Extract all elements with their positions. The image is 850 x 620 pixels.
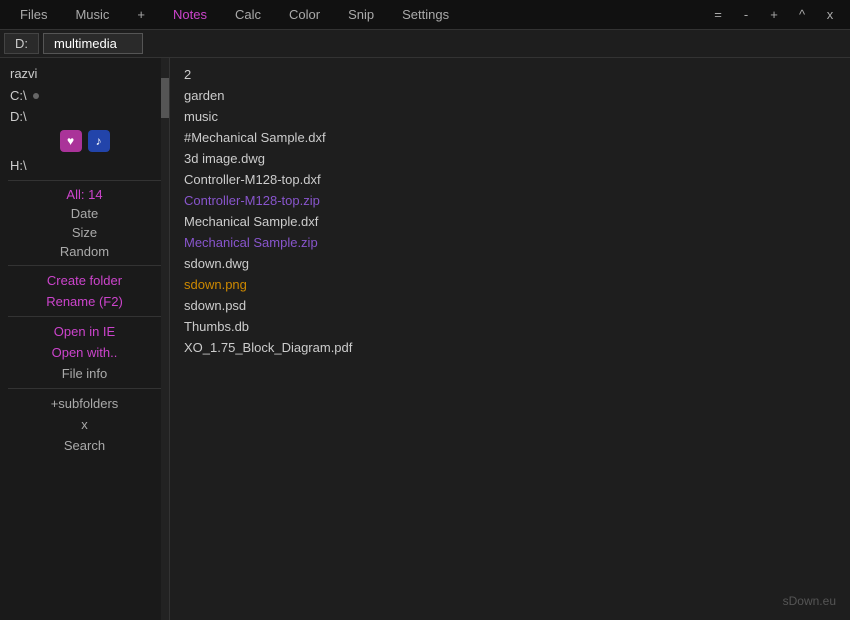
win-close-button[interactable]: x [816,0,844,30]
subfolders-button[interactable]: +subfolders [0,393,169,414]
sidebar-divider-4 [8,388,161,389]
list-item[interactable]: 2 [170,64,850,85]
win-restore-button[interactable]: ^ [788,0,816,30]
tab-files[interactable]: Files [6,0,61,30]
list-item[interactable]: sdown.png [170,274,850,295]
sidebar-divider-3 [8,316,161,317]
sidebar-divider-1 [8,180,161,181]
list-item[interactable]: Thumbs.db [170,316,850,337]
main-area: razvi C:\ D:\ ♥ ♪ H:\ All: 14 Date Size … [0,58,850,620]
sort-random[interactable]: Random [0,242,169,261]
clear-button[interactable]: x [0,414,169,435]
win-eq-button[interactable]: = [704,0,732,30]
list-item[interactable]: Controller-M128-top.dxf [170,169,850,190]
tab-calc[interactable]: Calc [221,0,275,30]
file-info-button[interactable]: File info [0,363,169,384]
list-item[interactable]: sdown.dwg [170,253,850,274]
media-heart-button[interactable]: ♥ [60,130,82,152]
sidebar-user: razvi [0,62,169,85]
path-display[interactable]: multimedia [43,33,143,54]
drive-d[interactable]: D:\ [0,106,169,127]
tab-color[interactable]: Color [275,0,334,30]
tab-notes[interactable]: Notes [159,0,221,30]
list-item[interactable]: garden [170,85,850,106]
list-item[interactable]: #Mechanical Sample.dxf [170,127,850,148]
tab-settings[interactable]: Settings [388,0,463,30]
list-item[interactable]: Mechanical Sample.dxf [170,211,850,232]
tab-music[interactable]: Music [61,0,123,30]
sidebar-scrollbar[interactable] [161,58,169,620]
list-item[interactable]: Controller-M128-top.zip [170,190,850,211]
list-item[interactable]: sdown.psd [170,295,850,316]
create-folder-button[interactable]: Create folder [0,270,169,291]
list-item[interactable]: XO_1.75_Block_Diagram.pdf [170,337,850,358]
open-with-button[interactable]: Open with.. [0,342,169,363]
title-bar: Files Music + Notes Calc Color Snip Sett… [0,0,850,30]
sort-date[interactable]: Date [0,204,169,223]
tab-plus[interactable]: + [123,0,159,30]
sort-size[interactable]: Size [0,223,169,242]
watermark: sDown.eu [783,594,836,608]
sidebar-divider-2 [8,265,161,266]
rename-button[interactable]: Rename (F2) [0,291,169,312]
file-count: All: 14 [0,185,169,204]
open-ie-button[interactable]: Open in IE [0,321,169,342]
win-min-button[interactable]: - [732,0,760,30]
list-item[interactable]: music [170,106,850,127]
tab-snip[interactable]: Snip [334,0,388,30]
search-button[interactable]: Search [0,435,169,456]
list-item[interactable]: Mechanical Sample.zip [170,232,850,253]
media-music-button[interactable]: ♪ [88,130,110,152]
win-max-button[interactable]: + [760,0,788,30]
drive-h[interactable]: H:\ [0,155,169,176]
drive-selector[interactable]: D: [4,33,39,54]
list-item[interactable]: 3d image.dwg [170,148,850,169]
sidebar: razvi C:\ D:\ ♥ ♪ H:\ All: 14 Date Size … [0,58,170,620]
file-list-panel: 2gardenmusic#Mechanical Sample.dxf3d ima… [170,58,850,620]
drive-c[interactable]: C:\ [0,85,169,106]
address-bar: D: multimedia [0,30,850,58]
